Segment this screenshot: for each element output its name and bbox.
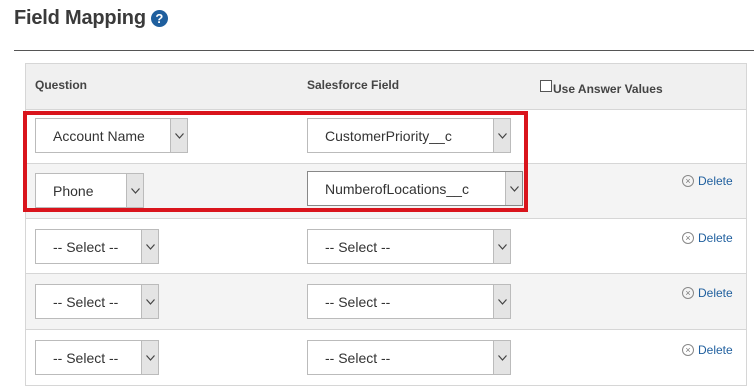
question-select-value: -- Select -- bbox=[53, 349, 119, 366]
salesforce-field-select-value: -- Select -- bbox=[325, 293, 391, 310]
question-select[interactable]: -- Select -- bbox=[35, 284, 159, 319]
question-select[interactable]: -- Select -- bbox=[35, 229, 159, 264]
chevron-down-icon bbox=[141, 341, 158, 374]
salesforce-field-select-value: CustomerPriority__c bbox=[325, 127, 452, 144]
table-row: -- Select -- -- Select -- × Delete bbox=[26, 274, 746, 330]
delete-icon: × bbox=[682, 344, 694, 356]
delete-label: Delete bbox=[698, 231, 733, 245]
question-select-value: -- Select -- bbox=[53, 238, 119, 255]
salesforce-field-select[interactable]: -- Select -- bbox=[307, 284, 511, 319]
question-header: Question bbox=[35, 78, 88, 92]
use-answer-values-checkbox[interactable] bbox=[540, 80, 552, 92]
salesforce-field-select-value: -- Select -- bbox=[325, 349, 391, 366]
page-title: Field Mapping ? bbox=[14, 4, 168, 32]
table-row: -- Select -- -- Select -- × Delete bbox=[26, 219, 746, 274]
question-select[interactable]: Account Name bbox=[35, 118, 188, 153]
table-row: Account Name CustomerPriority__c bbox=[26, 110, 746, 164]
use-answer-values-label: Use Answer Values bbox=[553, 82, 663, 96]
delete-icon: × bbox=[682, 287, 694, 299]
delete-label: Delete bbox=[698, 343, 733, 357]
delete-icon: × bbox=[682, 232, 694, 244]
table-row: Phone NumberofLocations__c × Delete bbox=[26, 164, 746, 219]
question-select-value: Account Name bbox=[53, 127, 145, 144]
chevron-down-icon bbox=[493, 230, 510, 263]
question-select[interactable]: -- Select -- bbox=[35, 340, 159, 375]
chevron-down-icon bbox=[141, 285, 158, 318]
salesforce-field-select-value: NumberofLocations__c bbox=[325, 180, 469, 197]
delete-link[interactable]: × Delete bbox=[682, 231, 733, 245]
delete-icon: × bbox=[682, 175, 694, 187]
chevron-down-icon bbox=[493, 341, 510, 374]
delete-link[interactable]: × Delete bbox=[682, 343, 733, 357]
salesforce-field-select[interactable]: CustomerPriority__c bbox=[307, 118, 511, 153]
title-divider bbox=[14, 50, 754, 51]
delete-label: Delete bbox=[698, 174, 733, 188]
page-title-text: Field Mapping bbox=[14, 6, 146, 29]
salesforce-field-select[interactable]: NumberofLocations__c bbox=[307, 171, 523, 206]
salesforce-field-select[interactable]: -- Select -- bbox=[307, 229, 511, 264]
chevron-down-icon bbox=[505, 172, 522, 205]
chevron-down-icon bbox=[141, 230, 158, 263]
chevron-down-icon bbox=[493, 285, 510, 318]
delete-label: Delete bbox=[698, 286, 733, 300]
salesforce-field-select-value: -- Select -- bbox=[325, 238, 391, 255]
question-select-value: -- Select -- bbox=[53, 293, 119, 310]
delete-link[interactable]: × Delete bbox=[682, 174, 733, 188]
table-header-row: Question Salesforce Field Use Answer Val… bbox=[26, 64, 746, 110]
chevron-down-icon bbox=[170, 119, 187, 152]
table-row: -- Select -- -- Select -- × Delete bbox=[26, 330, 746, 386]
field-mapping-table: Question Salesforce Field Use Answer Val… bbox=[25, 63, 747, 386]
question-select[interactable]: Phone bbox=[35, 173, 144, 208]
delete-link[interactable]: × Delete bbox=[682, 286, 733, 300]
salesforce-field-header: Salesforce Field bbox=[307, 78, 400, 92]
chevron-down-icon bbox=[126, 174, 143, 207]
chevron-down-icon bbox=[493, 119, 510, 152]
salesforce-field-select[interactable]: -- Select -- bbox=[307, 340, 511, 375]
help-icon[interactable]: ? bbox=[150, 9, 168, 27]
